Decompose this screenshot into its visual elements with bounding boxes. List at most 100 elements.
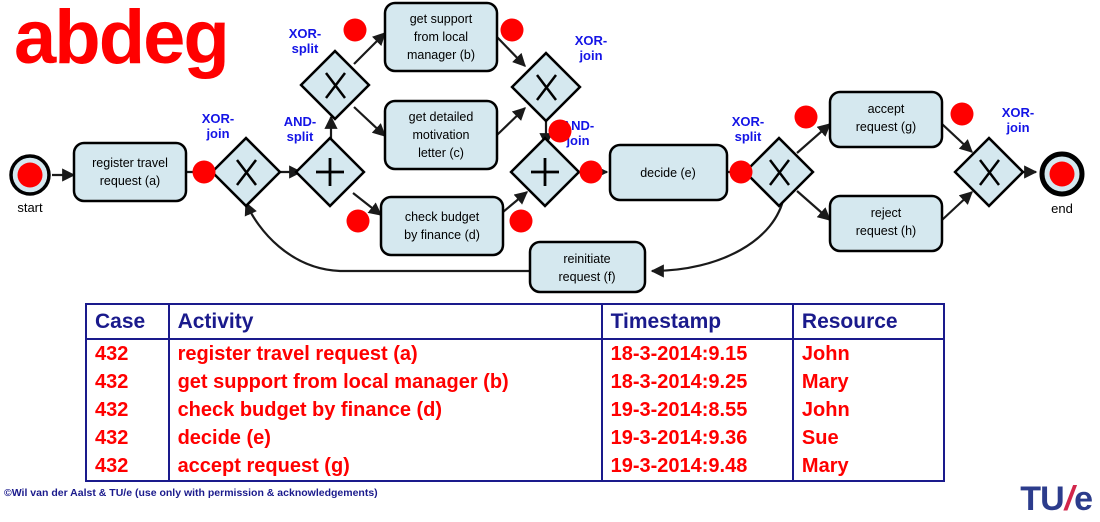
- cell-resource: Mary: [801, 371, 849, 393]
- activity-g-line1: accept: [868, 102, 905, 116]
- token-after-d-icon: [509, 209, 533, 233]
- flow-xorsplit2-to-f: [650, 195, 786, 278]
- event-log-table[interactable]: Case Activity Timestamp Resource 432 reg…: [85, 303, 945, 482]
- slide-canvas: abdeg register travel request (a) get su…: [0, 0, 1100, 522]
- activity-nodes: register travel request (a) get support …: [72, 1, 944, 294]
- start-event-token-icon: [17, 162, 43, 188]
- token-after-b-icon: [500, 18, 524, 42]
- gateway-xor-join-2[interactable]: XOR- join: [510, 33, 608, 123]
- cell-activity: register travel request (a): [168, 339, 603, 368]
- gateway-xor-join-2-label-line2: join: [578, 48, 602, 63]
- activity-a-shape: [72, 141, 188, 203]
- activity-c-line1: get detailed: [409, 110, 474, 124]
- flow-h-to-xorjoin3: [941, 191, 973, 221]
- process-model-diagram: register travel request (a) get support …: [0, 0, 1100, 300]
- start-event-label: start: [17, 200, 43, 215]
- gateway-xor-split-2-label-line2: split: [735, 129, 762, 144]
- flow-xorsplit2-to-g: [796, 123, 831, 154]
- activity-h-line1: reject: [871, 206, 902, 220]
- table-row[interactable]: 432 register travel request (a) 18-3-201…: [86, 339, 944, 368]
- tue-logo-e: e: [1074, 480, 1093, 518]
- activity-f-line1: reinitiate: [563, 252, 610, 266]
- gateway-xor-split-2-label-line1: XOR-: [732, 114, 765, 129]
- flow-d-to-andjoin1: [502, 191, 529, 213]
- activity-reject-request[interactable]: reject request (h): [828, 194, 944, 253]
- gateway-xor-join-1-label-line1: XOR-: [202, 111, 235, 126]
- cell-timestamp: 18-3-2014:9.25: [601, 368, 794, 396]
- flow-g-to-xorjoin3: [941, 123, 973, 153]
- end-event-token-icon: [1049, 161, 1075, 187]
- table-row[interactable]: 432 get support from local manager (b) 1…: [86, 368, 944, 396]
- cell-case: 432: [86, 424, 170, 452]
- activity-a-line1: register travel: [92, 156, 168, 170]
- column-header-timestamp[interactable]: Timestamp: [601, 304, 794, 340]
- cell-resource: Sue: [801, 427, 839, 449]
- cell-resource: John: [801, 343, 850, 365]
- activity-get-support-from-local-manager[interactable]: get support from local manager (b): [383, 1, 499, 73]
- tue-logo-slash: /: [1064, 480, 1074, 518]
- cell-timestamp: 19-3-2014:9.36: [601, 424, 794, 452]
- gateway-xor-join-3-label-line1: XOR-: [1002, 105, 1035, 120]
- cell-case: 432: [86, 452, 170, 481]
- cell-case: 432: [86, 368, 170, 396]
- cell-activity: check budget by finance (d): [168, 396, 603, 424]
- gateway-xor-split-1-label-line2: split: [292, 41, 319, 56]
- flow-xorsplit1-to-c: [353, 106, 386, 137]
- gateway-xor-join-2-label-line1: XOR-: [575, 33, 608, 48]
- activity-b-line1: get support: [410, 12, 473, 26]
- activity-e-line1: decide (e): [640, 166, 696, 180]
- cell-resource: Mary: [801, 455, 849, 477]
- activity-f-line2: request (f): [559, 270, 616, 284]
- table-row[interactable]: 432 check budget by finance (d) 19-3-201…: [86, 396, 944, 424]
- token-after-a-icon: [192, 160, 216, 184]
- flow-xorsplit2-to-h: [796, 190, 831, 221]
- activity-d-shape: [379, 195, 505, 257]
- token-before-d-icon: [346, 209, 370, 233]
- tue-logo-tu: TU: [1020, 480, 1064, 518]
- cell-activity: get support from local manager (b): [168, 368, 603, 396]
- activity-c-line2: motivation: [413, 128, 470, 142]
- gateway-xor-join-1[interactable]: XOR- join: [202, 111, 282, 208]
- cell-activity: decide (e): [168, 424, 603, 452]
- gateway-and-split-1[interactable]: AND- split: [284, 114, 366, 208]
- activity-d-line1: check budget: [405, 210, 480, 224]
- end-event-label: end: [1051, 201, 1073, 216]
- table-row[interactable]: 432 decide (e) 19-3-2014:9.36 Sue: [86, 424, 944, 452]
- activity-get-detailed-motivation-letter[interactable]: get detailed motivation letter (c): [383, 99, 499, 171]
- activity-reinitiate-request[interactable]: reinitiate request (f): [528, 240, 647, 294]
- token-after-g-icon: [950, 102, 974, 126]
- activity-decide[interactable]: decide (e): [608, 143, 729, 202]
- gateway-xor-join-3-label-line2: join: [1005, 120, 1029, 135]
- activity-f-shape: [528, 240, 647, 294]
- token-before-g-icon: [794, 105, 818, 129]
- activity-accept-request[interactable]: accept request (g): [828, 90, 944, 149]
- gateway-xor-join-1-label-line2: join: [205, 126, 229, 141]
- cell-timestamp: 18-3-2014:9.15: [601, 339, 794, 368]
- gateway-xor-split-1-label-line1: XOR-: [289, 26, 322, 41]
- activity-d-line2: by finance (d): [404, 228, 480, 242]
- column-header-activity[interactable]: Activity: [168, 304, 603, 340]
- end-event[interactable]: end: [1039, 151, 1085, 216]
- activity-register-travel-request[interactable]: register travel request (a): [72, 141, 188, 203]
- activity-c-line3: letter (c): [418, 146, 464, 160]
- activity-b-line2: from local: [414, 30, 468, 44]
- copyright-notice: ©Wil van der Aalst & TU/e (use only with…: [4, 487, 378, 499]
- cell-case: 432: [86, 396, 170, 424]
- token-after-xorjoin2-icon: [548, 119, 572, 143]
- cell-activity: accept request (g): [168, 452, 603, 481]
- token-before-e-icon: [579, 160, 603, 184]
- column-header-case[interactable]: Case: [86, 304, 170, 340]
- cell-timestamp: 19-3-2014:8.55: [601, 396, 794, 424]
- token-after-e-icon: [729, 160, 753, 184]
- gateway-xor-split-2[interactable]: XOR- split: [732, 114, 815, 208]
- table-row[interactable]: 432 accept request (g) 19-3-2014:9.48 Ma…: [86, 452, 944, 481]
- start-event[interactable]: start: [9, 154, 51, 215]
- column-header-resource[interactable]: Resource: [792, 304, 944, 340]
- activity-g-line2: request (g): [856, 120, 916, 134]
- gateway-and-split-1-label-line2: split: [287, 129, 314, 144]
- gateway-and-split-1-label-line1: AND-: [284, 114, 317, 129]
- activity-check-budget-by-finance[interactable]: check budget by finance (d): [379, 195, 505, 257]
- activity-h-line2: request (h): [856, 224, 916, 238]
- event-log-header-row: Case Activity Timestamp Resource: [86, 304, 944, 340]
- flow-c-to-xorjoin2: [496, 107, 526, 136]
